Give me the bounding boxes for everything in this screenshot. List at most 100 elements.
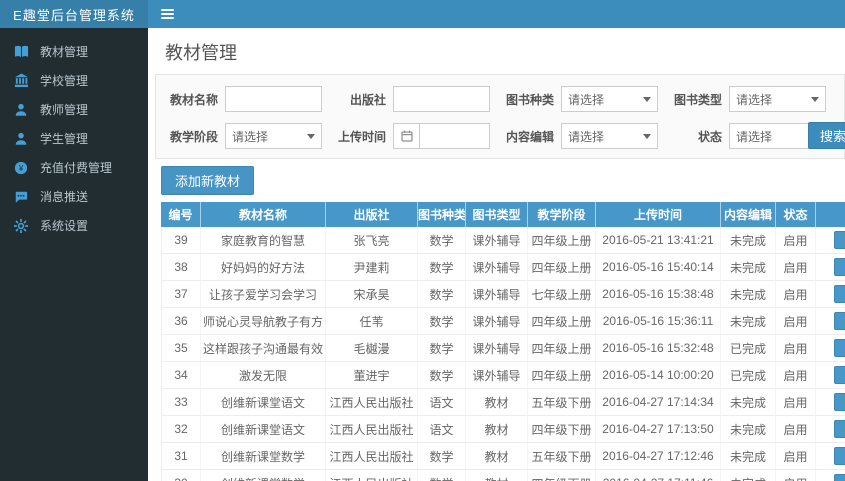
sidebar-item-label: 充值付费管理	[40, 161, 113, 175]
table-cell: 未完成	[721, 281, 776, 308]
row-action-button[interactable]	[833, 285, 845, 303]
table-cell: 数学	[418, 254, 466, 281]
sidebar-item-payment-management[interactable]: ¥ 充值付费管理	[0, 153, 148, 182]
field-label: 出版社	[349, 92, 386, 107]
chevron-down-icon	[307, 133, 315, 139]
table-cell: 课外辅导	[466, 335, 528, 362]
field-status: 状态 请选择	[668, 123, 826, 149]
table-cell: 好妈妈的好方法	[201, 254, 326, 281]
select-value: 请选择	[568, 92, 605, 107]
table-cell: 创维新课堂语文	[201, 416, 326, 443]
table-cell: 启用	[776, 308, 816, 335]
table-cell: 四年级上册	[528, 227, 596, 254]
row-action-button[interactable]	[833, 393, 845, 411]
table-cell: 董进宇	[326, 362, 418, 389]
table-cell: 创维新课堂数学	[201, 443, 326, 470]
search-button[interactable]: 搜索	[808, 122, 845, 149]
table-cell: 启用	[776, 389, 816, 416]
row-action-button[interactable]	[833, 420, 845, 438]
book-kind-select[interactable]: 请选择	[561, 86, 658, 112]
table-cell: 创维新课堂数学	[201, 470, 326, 481]
sidebar-item-textbook-management[interactable]: 教材管理	[0, 37, 148, 66]
sidebar-item-student-management[interactable]: 学生管理	[0, 124, 148, 153]
sidebar-item-label: 教师管理	[40, 103, 89, 117]
table-cell: 36	[161, 308, 201, 335]
row-action-button[interactable]	[833, 312, 845, 330]
table-row: 32 创维新课堂语文 江西人民出版社 语文 教材 四年级下册 2016-04-27 17:1…	[161, 416, 845, 443]
col-publisher: 出版社	[326, 202, 418, 227]
table-cell: 尹建莉	[326, 254, 418, 281]
table-cell: 未完成	[721, 389, 776, 416]
sidebar-item-teacher-management[interactable]: 教师管理	[0, 95, 148, 124]
table-cell: 39	[161, 227, 201, 254]
table-cell: 2016-05-16 15:40:14	[596, 254, 721, 281]
col-content-editing: 内容编辑	[721, 202, 776, 227]
row-action-button[interactable]	[833, 366, 845, 384]
table-cell: 张飞亮	[326, 227, 418, 254]
table-cell: 34	[161, 362, 201, 389]
sidebar: 教材管理 学校管理 教师管理 学生管理 ¥ 充值付费管理 消息推送 系统设置	[0, 28, 148, 481]
table-cell: 宋承昊	[326, 281, 418, 308]
student-icon	[13, 131, 29, 147]
table-cell: 启用	[776, 443, 816, 470]
table-cell-actions	[816, 308, 845, 335]
table-cell: 启用	[776, 335, 816, 362]
field-label: 图书种类	[505, 92, 554, 107]
table-cell: 任苇	[326, 308, 418, 335]
row-action-button[interactable]	[833, 231, 845, 249]
table-cell: 2016-05-21 13:41:21	[596, 227, 721, 254]
field-label: 教学阶段	[169, 129, 218, 144]
chevron-down-icon	[643, 133, 651, 139]
sidebar-item-message-push[interactable]: 消息推送	[0, 182, 148, 211]
sidebar-item-label: 学校管理	[40, 74, 89, 88]
textbook-name-input[interactable]	[225, 86, 322, 112]
field-teaching-stage: 教学阶段 请选择	[164, 123, 322, 149]
select-value: 请选择	[568, 129, 605, 144]
table-cell: 这样跟孩子沟通最有效	[201, 335, 326, 362]
content-editing-select[interactable]: 请选择	[561, 123, 658, 149]
sidebar-item-label: 教材管理	[40, 45, 89, 59]
table-cell: 课外辅导	[466, 362, 528, 389]
upload-time-input[interactable]	[419, 123, 490, 149]
table-cell: 数学	[418, 362, 466, 389]
table-cell: 课外辅导	[466, 308, 528, 335]
add-textbook-button[interactable]: 添加新教材	[161, 166, 255, 195]
table-cell: 江西人民出版社	[326, 416, 418, 443]
table-cell: 未完成	[721, 416, 776, 443]
sidebar-item-system-settings[interactable]: 系统设置	[0, 211, 148, 240]
table-cell-actions	[816, 362, 845, 389]
table-cell: 33	[161, 389, 201, 416]
table-cell: 教材	[466, 443, 528, 470]
table-cell: 江西人民出版社	[326, 443, 418, 470]
sidebar-item-school-management[interactable]: 学校管理	[0, 66, 148, 95]
table-cell: 教材	[466, 470, 528, 481]
col-id: 编号	[161, 202, 201, 227]
table-row: 30创维新课堂数学江西人民出版社数学教材四年级下册2016-04-27 17:1…	[161, 470, 845, 481]
col-upload-time: 上传时间	[596, 202, 721, 227]
row-action-button[interactable]	[833, 339, 845, 357]
field-publisher: 出版社	[332, 86, 490, 112]
row-action-button[interactable]	[833, 258, 845, 276]
book-type-select[interactable]: 请选择	[729, 86, 826, 112]
table-cell: 已完成	[721, 362, 776, 389]
row-action-button[interactable]	[833, 474, 845, 481]
field-textbook-name: 教材名称	[164, 86, 322, 112]
calendar-icon[interactable]	[393, 123, 419, 149]
filter-row-1: 教材名称 出版社 图书种类 请选择 图书类型 请选择	[164, 86, 844, 112]
table-cell: 五年级下册	[528, 443, 596, 470]
row-action-button[interactable]	[833, 447, 845, 465]
sidebar-toggle-icon[interactable]	[161, 9, 174, 19]
top-bar: E趣堂后台管理系统	[0, 0, 845, 28]
teaching-stage-select[interactable]: 请选择	[225, 123, 322, 149]
table-cell: 2016-04-27 17:12:46	[596, 443, 721, 470]
table-cell: 课外辅导	[466, 227, 528, 254]
publisher-input[interactable]	[393, 86, 490, 112]
table-cell: 启用	[776, 227, 816, 254]
table-cell: 四年级上册	[528, 254, 596, 281]
table-body: 39 家庭教育的智慧 张飞亮 数学 课外辅导 四年级上册 2016-05-21 13:41:…	[161, 227, 845, 481]
table-cell: 2016-05-16 15:32:48	[596, 335, 721, 362]
table-cell-actions	[816, 416, 845, 443]
table-row: 38 好妈妈的好方法 尹建莉 数学 课外辅导 四年级上册 2016-05-16 15:40:…	[161, 254, 845, 281]
table-cell: 毛樾漫	[326, 335, 418, 362]
field-label: 教材名称	[169, 92, 218, 107]
